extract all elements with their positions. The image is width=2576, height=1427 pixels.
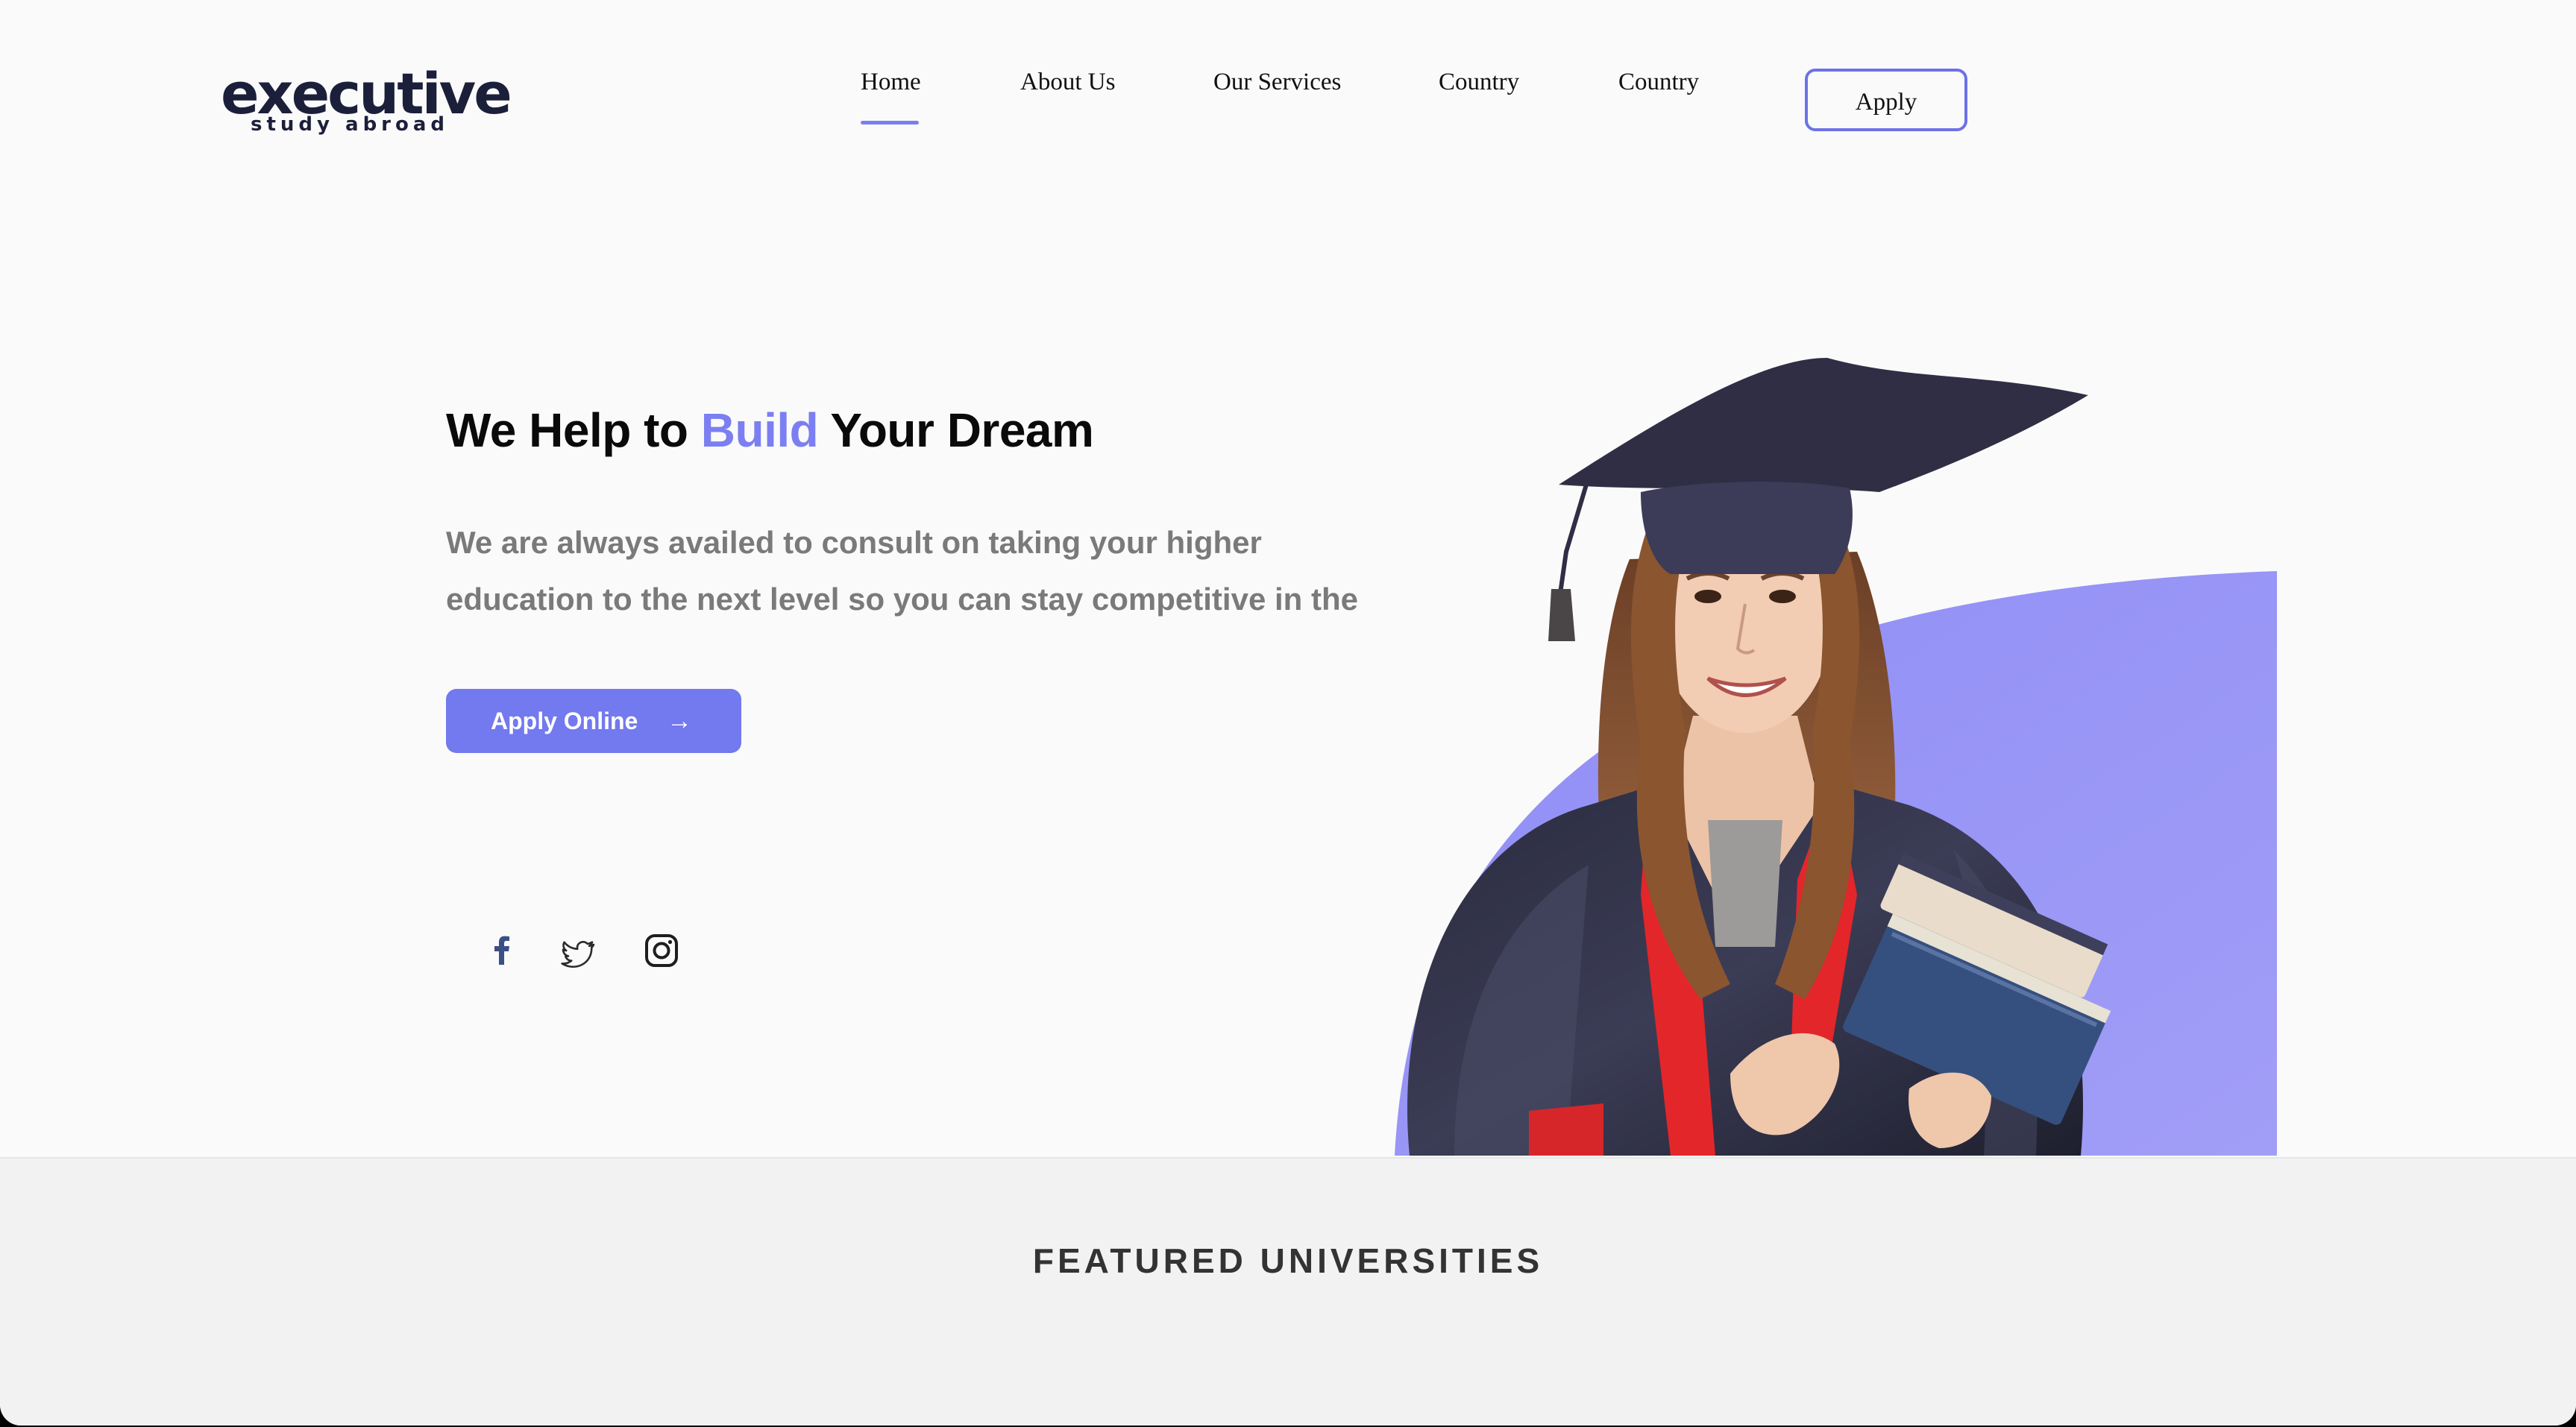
hero-description-line-1: We are always availed to consult on taki…: [446, 525, 1262, 560]
featured-section: FEATURED UNIVERSITIES: [0, 1157, 2576, 1426]
hero-title-start: We Help to: [446, 403, 701, 457]
logo-tagline: study abroad: [251, 113, 450, 136]
apply-online-button[interactable]: Apply Online →: [446, 689, 741, 753]
featured-title: FEATURED UNIVERSITIES: [1032, 1241, 1544, 1280]
nav-item-home[interactable]: Home: [861, 69, 921, 96]
nav-item-country-1[interactable]: Country: [1439, 69, 1519, 96]
hero-image: [1342, 328, 2282, 1156]
nav-item-country-2[interactable]: Country: [1618, 69, 1699, 96]
nav-active-indicator: [861, 121, 919, 125]
hero-title-end: Your Dream: [818, 403, 1094, 457]
nav-item-about-us[interactable]: About Us: [1020, 69, 1115, 96]
instagram-icon[interactable]: [641, 930, 682, 971]
twitter-icon[interactable]: [558, 935, 598, 975]
facebook-icon[interactable]: [482, 930, 522, 971]
arrow-right-icon: →: [667, 707, 692, 735]
brand-logo[interactable]: executive study abroad: [221, 64, 512, 139]
nav-item-our-services[interactable]: Our Services: [1213, 69, 1341, 96]
apply-button[interactable]: Apply: [1805, 69, 1967, 131]
hero-description-line-2: education to the next level so you can s…: [446, 582, 1358, 617]
hero-title: We Help to Build Your Dream: [446, 403, 1094, 458]
hero-description: We are always availed to consult on taki…: [446, 514, 1371, 628]
page: executive study abroad Home About Us Our…: [0, 0, 2576, 1426]
apply-online-label: Apply Online: [491, 708, 638, 734]
hero-title-accent: Build: [700, 403, 819, 457]
